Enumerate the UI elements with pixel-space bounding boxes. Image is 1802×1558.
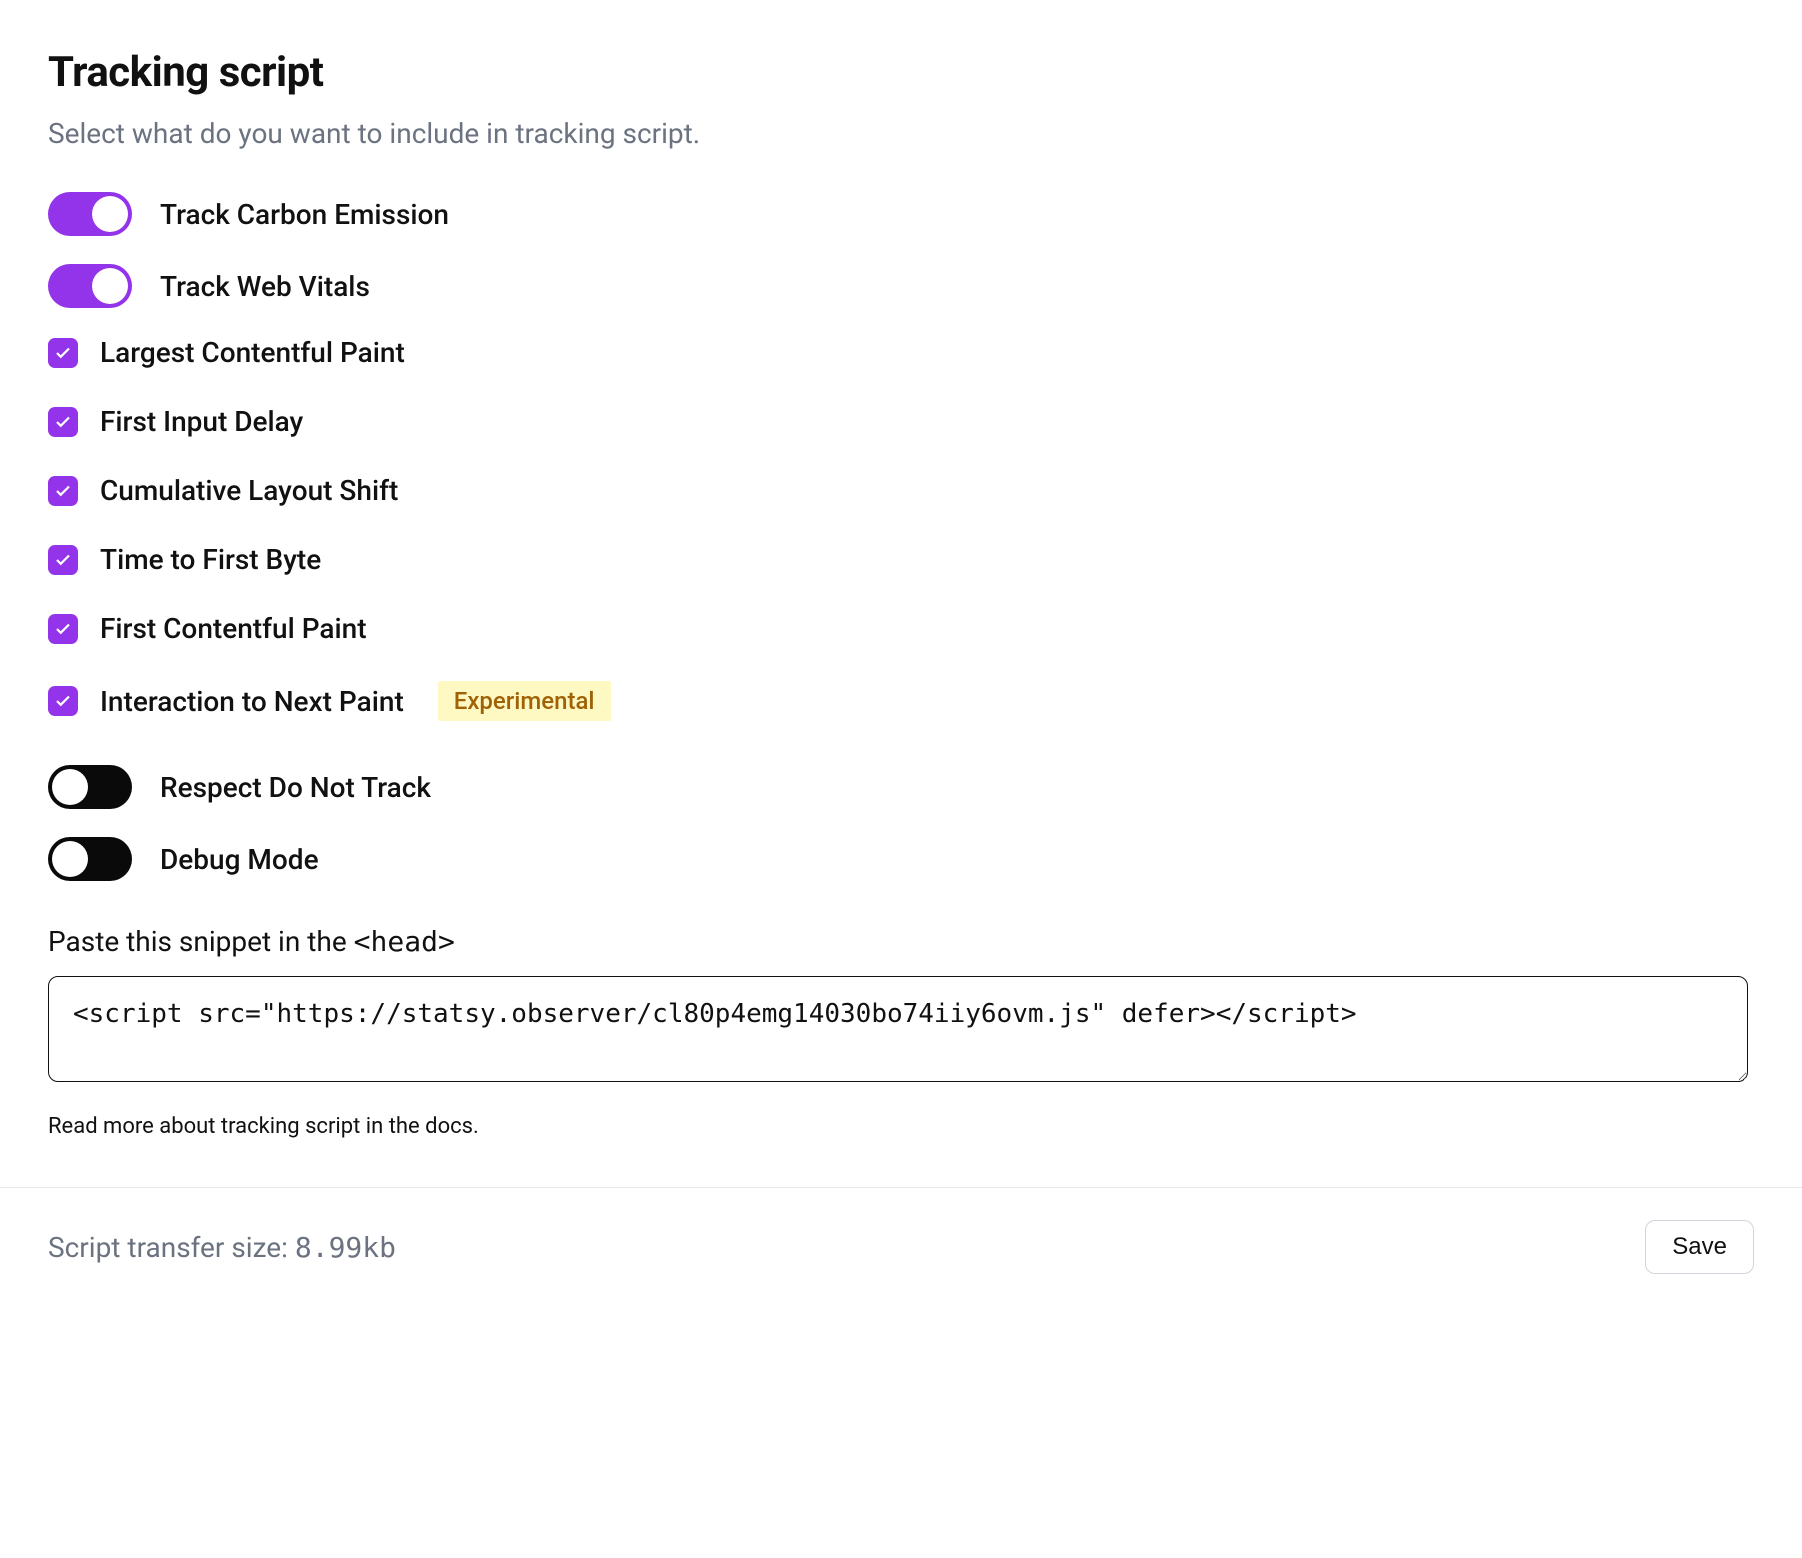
snippet-label-tag: <head> xyxy=(354,925,455,958)
checkbox-row: First Input Delay xyxy=(48,405,1748,438)
page-title: Tracking script xyxy=(48,48,1748,97)
docs-link[interactable]: Read more about tracking script in the d… xyxy=(48,1114,1748,1139)
checkbox-row: Time to First Byte xyxy=(48,543,1748,576)
experimental-badge: Experimental xyxy=(438,681,611,721)
checkbox[interactable] xyxy=(48,545,78,575)
save-button[interactable]: Save xyxy=(1645,1220,1754,1274)
page-subtitle: Select what do you want to include in tr… xyxy=(48,117,1748,150)
checkbox-label: First Input Delay xyxy=(100,405,303,438)
toggle-knob xyxy=(52,769,88,805)
checkbox-row: Interaction to Next Paint Experimental xyxy=(48,681,1748,721)
checkbox[interactable] xyxy=(48,407,78,437)
check-icon xyxy=(54,344,72,362)
toggle-carbon-emission[interactable] xyxy=(48,192,132,236)
toggle-label-dnt: Respect Do Not Track xyxy=(160,771,431,804)
check-icon xyxy=(54,692,72,710)
checkbox-row: First Contentful Paint xyxy=(48,612,1748,645)
toggle-debug-mode[interactable] xyxy=(48,837,132,881)
checkbox[interactable] xyxy=(48,476,78,506)
checkbox-label: Largest Contentful Paint xyxy=(100,336,405,369)
checkbox-label: Cumulative Layout Shift xyxy=(100,474,398,507)
toggle-do-not-track[interactable] xyxy=(48,765,132,809)
transfer-size-value: 8.99kb xyxy=(295,1231,396,1264)
checkbox[interactable] xyxy=(48,614,78,644)
toggle-label-webvitals: Track Web Vitals xyxy=(160,270,370,303)
script-transfer-size: Script transfer size: 8.99kb xyxy=(48,1231,396,1264)
transfer-size-prefix: Script transfer size: xyxy=(48,1231,295,1264)
check-icon xyxy=(54,551,72,569)
check-icon xyxy=(54,620,72,638)
check-icon xyxy=(54,482,72,500)
snippet-label-prefix: Paste this snippet in the xyxy=(48,925,354,958)
toggle-knob xyxy=(92,268,128,304)
snippet-label: Paste this snippet in the <head> xyxy=(48,925,1748,958)
checkbox-row: Largest Contentful Paint xyxy=(48,336,1748,369)
checkbox-label: First Contentful Paint xyxy=(100,612,367,645)
toggle-web-vitals[interactable] xyxy=(48,264,132,308)
checkbox[interactable] xyxy=(48,686,78,716)
check-icon xyxy=(54,413,72,431)
checkbox-label: Interaction to Next Paint xyxy=(100,685,404,718)
checkbox[interactable] xyxy=(48,338,78,368)
toggle-label-debug: Debug Mode xyxy=(160,843,319,876)
snippet-textarea[interactable] xyxy=(48,976,1748,1082)
toggle-knob xyxy=(52,841,88,877)
toggle-knob xyxy=(92,196,128,232)
checkbox-row: Cumulative Layout Shift xyxy=(48,474,1748,507)
toggle-label-carbon: Track Carbon Emission xyxy=(160,198,449,231)
checkbox-label: Time to First Byte xyxy=(100,543,321,576)
